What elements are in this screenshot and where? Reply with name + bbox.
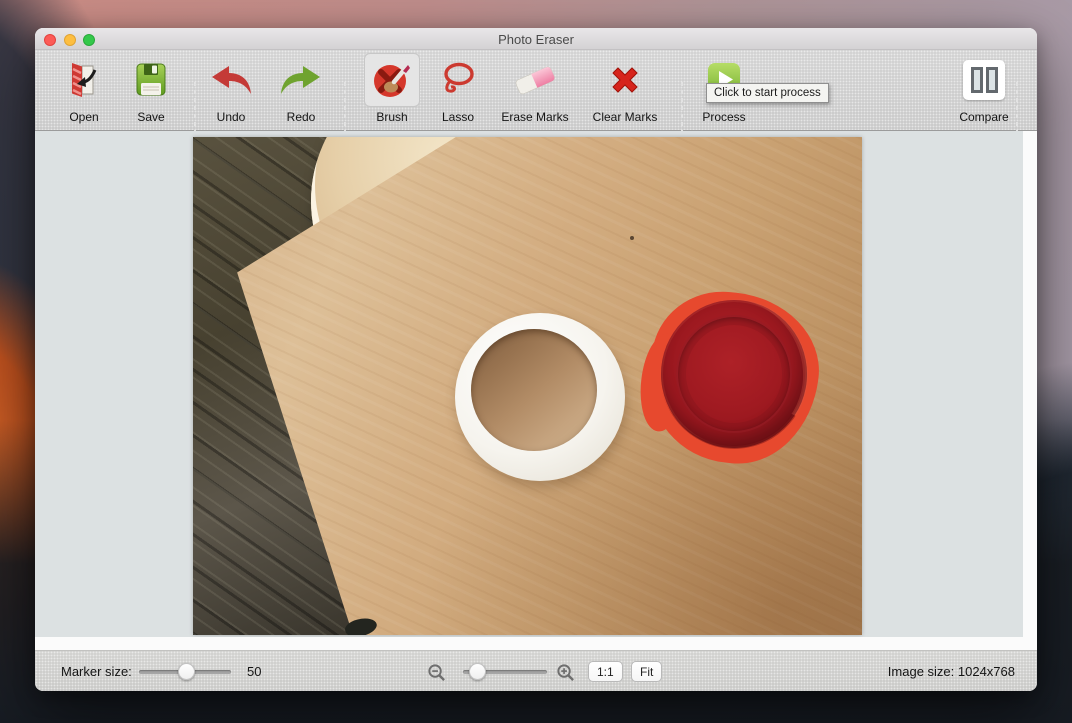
undo-icon: [204, 54, 258, 106]
marker-size-slider-thumb[interactable]: [178, 663, 195, 680]
vertical-scrollbar[interactable]: [1023, 131, 1037, 650]
marker-size-label: Marker size:: [61, 664, 132, 679]
coffee-surface: [471, 329, 597, 451]
marker-size-slider[interactable]: [139, 663, 231, 680]
compare-icon: [957, 54, 1011, 106]
zoom-slider-thumb[interactable]: [469, 663, 486, 680]
process-tooltip: Click to start process: [706, 83, 829, 103]
window-title: Photo Eraser: [498, 32, 574, 47]
status-bar: Marker size: 50 1:1 Fit Image size: 1024…: [35, 650, 1037, 691]
clear-marks-label: Clear Marks: [592, 110, 658, 124]
erase-marks-button[interactable]: Erase Marks: [487, 54, 583, 124]
marker-size-value: 50: [247, 664, 262, 679]
actual-size-button[interactable]: 1:1: [588, 661, 623, 682]
toolbar: Open Save Undo Redo Brush Lasso Erase Ma…: [35, 50, 1037, 140]
photo-speck: [630, 236, 634, 240]
image-size-text: Image size: 1024x768: [887, 664, 1015, 679]
photo-eraser-window: Photo Eraser Open Save Undo Redo Brush L…: [35, 28, 1037, 691]
edited-photo[interactable]: [193, 137, 862, 635]
compare-button[interactable]: Compare: [936, 54, 1032, 124]
title-bar: Photo Eraser: [35, 28, 1037, 50]
compare-label: Compare: [959, 110, 1009, 124]
zoom-out-icon[interactable]: [427, 663, 446, 682]
lasso-icon: [431, 54, 485, 106]
zoom-slider[interactable]: [463, 663, 547, 680]
process-label: Process: [702, 110, 746, 124]
image-viewport[interactable]: [35, 131, 1023, 637]
redo-icon: [274, 54, 328, 106]
coffee-cup: [455, 313, 625, 481]
clear-marks-button[interactable]: Clear Marks: [577, 54, 673, 124]
redo-button[interactable]: Redo: [253, 54, 349, 124]
redo-label: Redo: [286, 110, 316, 124]
clear-marks-icon: [598, 54, 652, 106]
horizontal-scrollbar[interactable]: [35, 637, 1023, 650]
zoom-in-icon[interactable]: [556, 663, 575, 682]
red-lid: [661, 300, 807, 448]
eraser-icon: [508, 54, 562, 106]
save-icon: [124, 54, 178, 106]
fit-button[interactable]: Fit: [631, 661, 663, 682]
erase-marks-label: Erase Marks: [501, 110, 569, 124]
canvas-area: [35, 131, 1037, 650]
